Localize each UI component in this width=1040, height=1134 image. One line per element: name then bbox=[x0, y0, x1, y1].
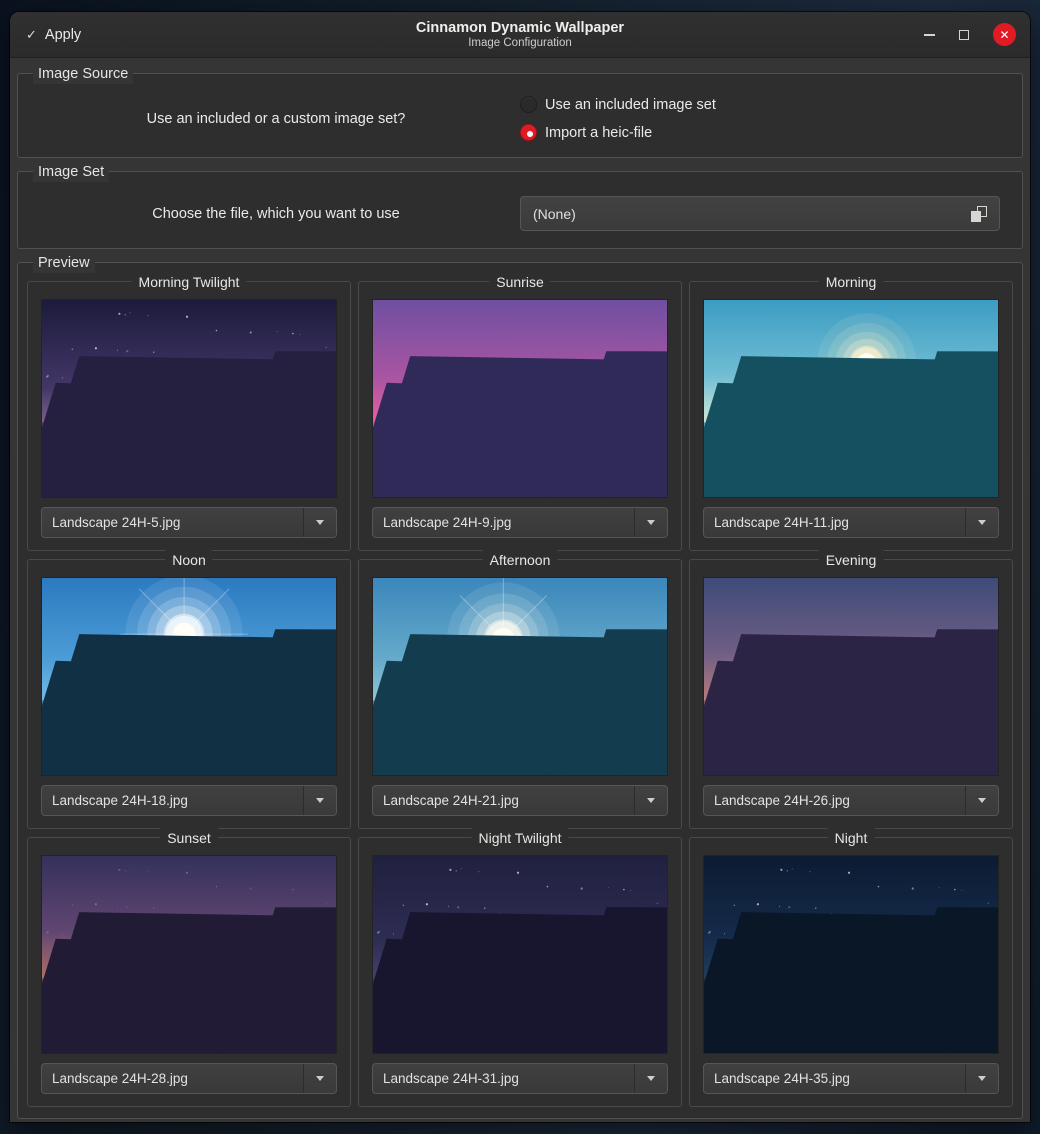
image-source-section: Image Source Use an included or a custom… bbox=[17, 73, 1023, 158]
preview-tile: Morning TwilightLandscape 24H-5.jpg bbox=[27, 281, 351, 551]
tile-title: Sunset bbox=[160, 828, 218, 848]
combobox-value: Landscape 24H-18.jpg bbox=[42, 786, 303, 815]
wallpaper-preview-image bbox=[703, 299, 999, 498]
minimize-icon bbox=[924, 34, 935, 36]
chevron-down-icon bbox=[978, 798, 986, 803]
chevron-down-icon bbox=[978, 1076, 986, 1081]
image-source-radio-group: Use an included image set Import a heic-… bbox=[520, 96, 716, 141]
desktop: { "window": { "titlebar": { "apply_label… bbox=[0, 0, 1040, 1134]
combobox-arrow-button[interactable] bbox=[634, 1064, 667, 1093]
combobox-value: Landscape 24H-28.jpg bbox=[42, 1064, 303, 1093]
preview-tile: AfternoonLandscape 24H-21.jpg bbox=[358, 559, 682, 829]
titlebar-title-block: Cinnamon Dynamic Wallpaper Image Configu… bbox=[10, 20, 1030, 50]
combobox-arrow-button[interactable] bbox=[303, 786, 336, 815]
maximize-icon bbox=[959, 30, 969, 40]
wallpaper-preview-image bbox=[372, 577, 668, 776]
combobox-value: Landscape 24H-9.jpg bbox=[373, 508, 634, 537]
filename-combobox[interactable]: Landscape 24H-11.jpg bbox=[703, 507, 999, 538]
wallpaper-preview-image bbox=[41, 577, 337, 776]
preview-grid: Morning TwilightLandscape 24H-5.jpgSunri… bbox=[27, 281, 1013, 1107]
radio-option-included-set[interactable]: Use an included image set bbox=[520, 96, 716, 113]
filename-combobox[interactable]: Landscape 24H-18.jpg bbox=[41, 785, 337, 816]
preview-section: Preview Morning TwilightLandscape 24H-5.… bbox=[17, 262, 1023, 1119]
chevron-down-icon bbox=[647, 1076, 655, 1081]
combobox-value: Landscape 24H-26.jpg bbox=[704, 786, 965, 815]
radio-option-import-heic[interactable]: Import a heic-file bbox=[520, 124, 652, 141]
wallpaper-preview-image bbox=[372, 299, 668, 498]
combobox-value: Landscape 24H-5.jpg bbox=[42, 508, 303, 537]
window-content: Image Source Use an included or a custom… bbox=[10, 58, 1030, 1121]
apply-button[interactable]: ✓ Apply bbox=[26, 27, 81, 43]
combobox-arrow-button[interactable] bbox=[965, 508, 998, 537]
preview-tile: Night TwilightLandscape 24H-31.jpg bbox=[358, 837, 682, 1107]
combobox-arrow-button[interactable] bbox=[303, 508, 336, 537]
preview-tile: SunriseLandscape 24H-9.jpg bbox=[358, 281, 682, 551]
preview-tile: NightLandscape 24H-35.jpg bbox=[689, 837, 1013, 1107]
tile-title: Night Twilight bbox=[471, 828, 568, 848]
chevron-down-icon bbox=[647, 798, 655, 803]
preview-legend: Preview bbox=[33, 253, 95, 273]
combobox-arrow-button[interactable] bbox=[634, 508, 667, 537]
wallpaper-preview-image bbox=[703, 855, 999, 1054]
image-source-legend: Image Source bbox=[33, 64, 133, 84]
preview-tile: SunsetLandscape 24H-28.jpg bbox=[27, 837, 351, 1107]
chevron-down-icon bbox=[316, 1076, 324, 1081]
file-chooser-value: (None) bbox=[533, 206, 971, 222]
filename-combobox[interactable]: Landscape 24H-35.jpg bbox=[703, 1063, 999, 1094]
image-source-question: Use an included or a custom image set? bbox=[32, 111, 520, 127]
close-button[interactable]: ✕ bbox=[993, 23, 1016, 46]
file-choose-icon bbox=[971, 206, 987, 222]
radio-label: Use an included image set bbox=[545, 97, 716, 113]
filename-combobox[interactable]: Landscape 24H-26.jpg bbox=[703, 785, 999, 816]
combobox-arrow-button[interactable] bbox=[965, 786, 998, 815]
minimize-button[interactable] bbox=[924, 34, 935, 36]
image-set-legend: Image Set bbox=[33, 162, 109, 182]
wallpaper-preview-image bbox=[41, 299, 337, 498]
combobox-arrow-button[interactable] bbox=[634, 786, 667, 815]
maximize-button[interactable] bbox=[959, 30, 969, 40]
tile-title: Morning Twilight bbox=[132, 272, 247, 292]
wallpaper-preview-image bbox=[703, 577, 999, 776]
tile-title: Evening bbox=[819, 550, 884, 570]
tile-title: Sunrise bbox=[489, 272, 550, 292]
preview-tile: NoonLandscape 24H-18.jpg bbox=[27, 559, 351, 829]
tile-title: Noon bbox=[165, 550, 212, 570]
chevron-down-icon bbox=[316, 798, 324, 803]
chevron-down-icon bbox=[647, 520, 655, 525]
combobox-arrow-button[interactable] bbox=[965, 1064, 998, 1093]
combobox-arrow-button[interactable] bbox=[303, 1064, 336, 1093]
image-set-section: Image Set Choose the file, which you wan… bbox=[17, 171, 1023, 249]
check-icon: ✓ bbox=[26, 27, 37, 43]
window-title: Cinnamon Dynamic Wallpaper bbox=[10, 20, 1030, 37]
wallpaper-preview-image bbox=[41, 855, 337, 1054]
titlebar: ✓ Apply Cinnamon Dynamic Wallpaper Image… bbox=[10, 12, 1030, 58]
filename-combobox[interactable]: Landscape 24H-5.jpg bbox=[41, 507, 337, 538]
combobox-value: Landscape 24H-35.jpg bbox=[704, 1064, 965, 1093]
filename-combobox[interactable]: Landscape 24H-21.jpg bbox=[372, 785, 668, 816]
radio-button bbox=[520, 96, 537, 113]
preview-tile: EveningLandscape 24H-26.jpg bbox=[689, 559, 1013, 829]
preview-tile: MorningLandscape 24H-11.jpg bbox=[689, 281, 1013, 551]
combobox-value: Landscape 24H-21.jpg bbox=[373, 786, 634, 815]
window-controls: ✕ bbox=[924, 23, 1016, 46]
tile-title: Night bbox=[828, 828, 875, 848]
filename-combobox[interactable]: Landscape 24H-28.jpg bbox=[41, 1063, 337, 1094]
chevron-down-icon bbox=[978, 520, 986, 525]
filename-combobox[interactable]: Landscape 24H-9.jpg bbox=[372, 507, 668, 538]
tile-title: Afternoon bbox=[483, 550, 558, 570]
wallpaper-preview-image bbox=[372, 855, 668, 1054]
apply-button-label: Apply bbox=[45, 27, 81, 43]
tile-title: Morning bbox=[819, 272, 884, 292]
filename-combobox[interactable]: Landscape 24H-31.jpg bbox=[372, 1063, 668, 1094]
chevron-down-icon bbox=[316, 520, 324, 525]
radio-label: Import a heic-file bbox=[545, 125, 652, 141]
app-window: ✓ Apply Cinnamon Dynamic Wallpaper Image… bbox=[10, 12, 1030, 1122]
combobox-value: Landscape 24H-11.jpg bbox=[704, 508, 965, 537]
file-chooser-button[interactable]: (None) bbox=[520, 196, 1000, 231]
image-set-label: Choose the file, which you want to use bbox=[32, 206, 520, 222]
window-subtitle: Image Configuration bbox=[10, 37, 1030, 50]
radio-button bbox=[520, 124, 537, 141]
combobox-value: Landscape 24H-31.jpg bbox=[373, 1064, 634, 1093]
